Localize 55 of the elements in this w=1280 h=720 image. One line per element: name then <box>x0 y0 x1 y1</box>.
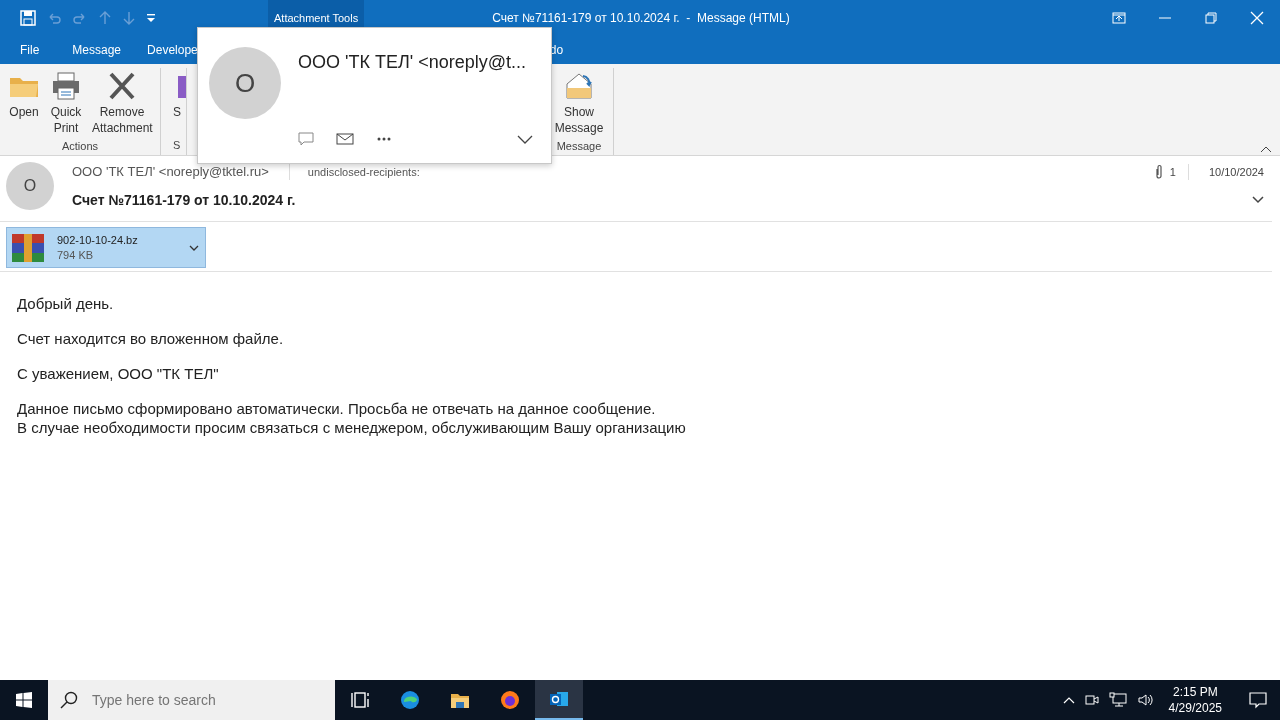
taskbar-search-box[interactable]: Type here to search <box>48 680 335 720</box>
chevron-up-icon[interactable] <box>1062 696 1075 704</box>
body-text: С уважением, ООО "ТК ТЕЛ" <box>17 364 220 383</box>
customize-icon[interactable] <box>146 13 156 23</box>
browser-icon[interactable] <box>500 690 520 710</box>
ribbon-button[interactable]: Remove Attachment <box>88 68 156 138</box>
received-date: 10/10/2024 <box>1208 164 1264 180</box>
attachment-count: 1 <box>1169 163 1189 180</box>
browser-icon[interactable] <box>400 690 420 710</box>
file-size: 794 KB <box>57 247 95 263</box>
paperclip-icon <box>1153 163 1164 180</box>
body-text: Счет находится во вложенном файле. <box>17 329 285 348</box>
taskbar-search-field[interactable]: Type here to search <box>90 685 330 715</box>
clock-time[interactable]: 2:15 PM <box>1168 684 1222 700</box>
restore-icon[interactable] <box>1204 11 1218 25</box>
body-text: В случае необходимости просим связаться с менеджером, обслуживающим Вашу организацию <box>17 418 687 437</box>
attachment-chip[interactable]: 902-10-10-24.bz 794 KB <box>6 227 206 268</box>
window-title: Счет №71161-179 от 10.10.2024 г. - Message (HTML) <box>491 10 791 27</box>
group-label: Message <box>556 139 602 154</box>
collapse-ribbon-icon[interactable] <box>1260 145 1272 153</box>
file-name: 902-10-10-24.bz <box>57 232 139 248</box>
expand-icon[interactable] <box>517 135 533 145</box>
search-icon <box>60 691 78 709</box>
group-label: S <box>173 137 181 153</box>
save-icon[interactable] <box>20 10 36 26</box>
sender: ООО 'ТК ТЕЛ' <noreply@tktel.ru> <box>72 163 269 181</box>
ribbon-button[interactable]: Quick Print <box>44 68 88 138</box>
clock-date[interactable]: 4/29/2025 <box>1168 700 1222 716</box>
mail-icon[interactable] <box>336 132 354 146</box>
body-text: Добрый день. <box>17 294 115 313</box>
network-icon[interactable] <box>1108 692 1127 708</box>
ribbon-button[interactable]: Open <box>4 68 44 138</box>
subject: Счет №71161-179 от 10.10.2024 г. <box>72 190 296 210</box>
body-text: Данное письмо сформировано автоматически. Просьба не отвечать на данное сообщение. <box>17 399 657 418</box>
ribbon-tab[interactable]: Message <box>72 41 122 59</box>
expand-icon[interactable] <box>1252 196 1264 204</box>
notification-icon[interactable] <box>1249 691 1267 709</box>
windows-start-icon[interactable] <box>16 692 32 708</box>
ribbon-display-icon[interactable] <box>1112 11 1126 25</box>
printer-icon <box>50 70 82 102</box>
group-label: Actions <box>61 139 99 154</box>
ribbon-button[interactable]: S <box>173 68 186 137</box>
volume-icon[interactable] <box>1136 692 1155 708</box>
contact-name: ООО 'ТК ТЕЛ' <noreply@t... <box>298 51 526 74</box>
ribbon-tab[interactable]: File <box>20 41 40 59</box>
avatar: O <box>6 162 54 210</box>
mail-app-icon[interactable] <box>549 689 569 709</box>
avatar: O <box>209 47 281 119</box>
camera-icon[interactable] <box>1084 692 1099 708</box>
caret-icon <box>189 244 199 251</box>
task-view-icon[interactable] <box>350 690 370 710</box>
close-icon[interactable] <box>1250 11 1264 25</box>
ribbon-tab[interactable]: Develope <box>147 41 198 59</box>
more-icon[interactable] <box>376 137 392 141</box>
archive-icon <box>11 231 45 264</box>
